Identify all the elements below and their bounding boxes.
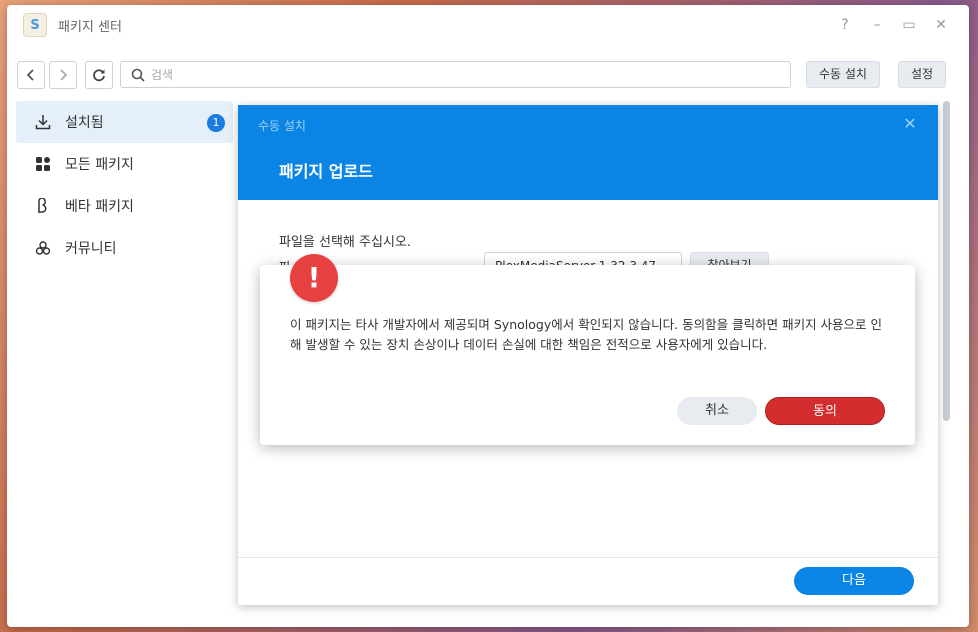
chevron-left-icon xyxy=(26,69,34,81)
refresh-icon xyxy=(93,69,105,82)
minimize-icon[interactable]: – xyxy=(867,15,887,35)
sidebar-item-label: 모든 패키지 xyxy=(65,157,134,173)
cancel-button[interactable]: 취소 xyxy=(677,397,757,425)
chevron-right-icon xyxy=(60,69,68,81)
package-center-icon: S xyxy=(23,13,47,37)
title-bar: S 패키지 센터 ? – ▭ ✕ xyxy=(7,5,969,45)
third-party-warning-alert: ! 이 패키지는 타사 개발자에서 제공되며 Synology에서 확인되지 않… xyxy=(260,254,915,445)
dialog-small-title: 수동 설치 xyxy=(258,119,306,133)
sidebar-item-community[interactable]: 커뮤니티 xyxy=(16,227,233,269)
grid-icon xyxy=(34,155,52,173)
sidebar-item-label: 베타 패키지 xyxy=(65,199,134,215)
search-icon xyxy=(131,68,145,82)
next-button[interactable]: 다음 xyxy=(794,567,914,595)
sidebar-item-label: 커뮤니티 xyxy=(65,241,117,257)
help-icon[interactable]: ? xyxy=(835,15,855,35)
refresh-button[interactable] xyxy=(85,61,113,89)
window-title: 패키지 센터 xyxy=(58,20,122,35)
warning-icon: ! xyxy=(290,254,338,302)
maximize-icon[interactable]: ▭ xyxy=(899,15,919,35)
dialog-footer: 다음 xyxy=(238,557,938,605)
manual-install-button[interactable]: 수동 설치 xyxy=(806,61,880,88)
installed-count-badge: 1 xyxy=(207,114,225,132)
dialog-title: 패키지 업로드 xyxy=(279,162,373,181)
sidebar-item-label: 설치됨 xyxy=(65,115,104,131)
forward-button[interactable] xyxy=(49,61,77,89)
sidebar: 설치됨 1 모든 패키지 베타 패키지 커뮤니티 xyxy=(16,101,233,269)
dialog-instruction: 파일을 선택해 주십시오. xyxy=(279,235,411,250)
settings-button[interactable]: 설정 xyxy=(898,61,947,88)
alert-message: 이 패키지는 타사 개발자에서 제공되며 Synology에서 확인되지 않습니… xyxy=(290,317,883,352)
package-center-window: S 패키지 센터 ? – ▭ ✕ 수동 설치 설정 설치됨 1 xyxy=(7,5,969,627)
toolbar: 수동 설치 설정 xyxy=(7,61,969,89)
scrollbar[interactable] xyxy=(943,101,950,421)
dialog-close-icon[interactable]: ✕ xyxy=(902,116,918,132)
back-button[interactable] xyxy=(17,61,45,89)
sidebar-item-beta-packages[interactable]: 베타 패키지 xyxy=(16,185,233,227)
community-icon xyxy=(34,239,52,257)
search-box[interactable] xyxy=(120,61,791,88)
agree-button[interactable]: 동의 xyxy=(765,397,885,425)
close-window-icon[interactable]: ✕ xyxy=(931,15,951,35)
sidebar-item-all-packages[interactable]: 모든 패키지 xyxy=(16,143,233,185)
download-icon xyxy=(34,113,52,131)
beta-icon xyxy=(34,197,52,215)
dialog-header: 수동 설치 ✕ 패키지 업로드 xyxy=(238,105,938,200)
sidebar-item-installed[interactable]: 설치됨 1 xyxy=(16,101,233,143)
search-input[interactable] xyxy=(151,65,771,85)
